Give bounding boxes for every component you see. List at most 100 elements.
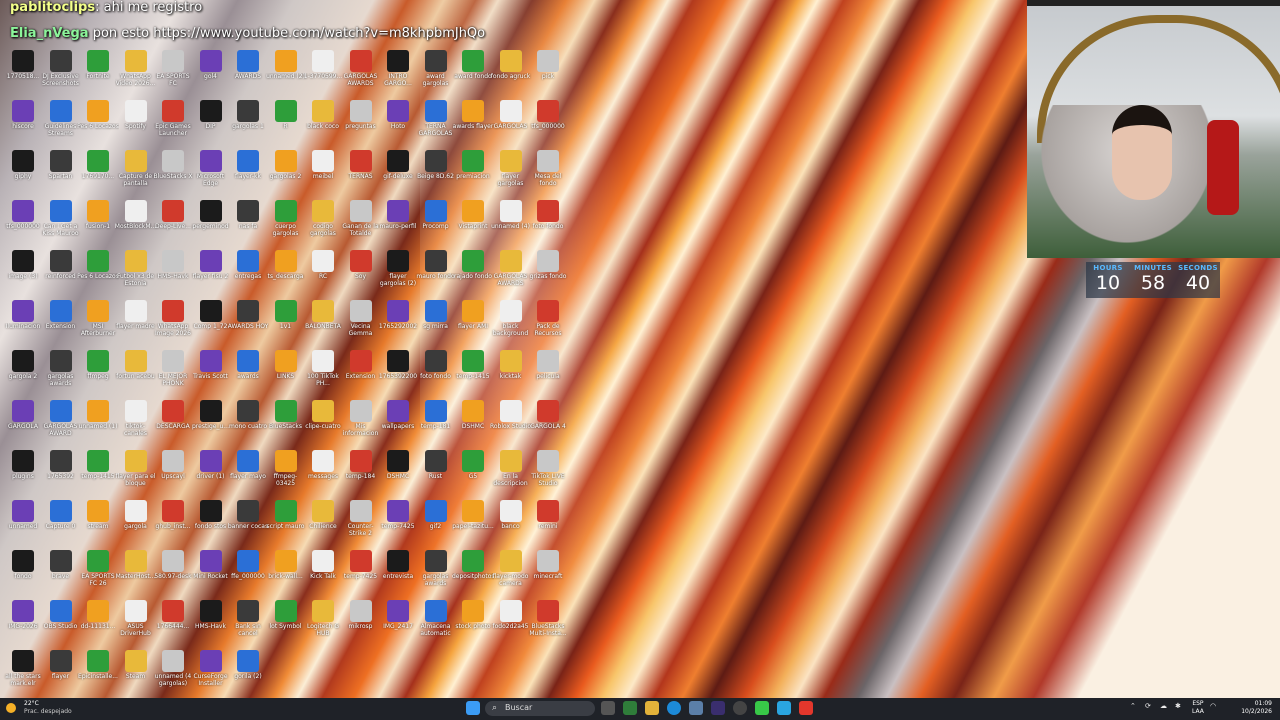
desktop-icon[interactable]: temp-1415 [77,448,119,496]
desktop-icon[interactable]: Epicinstalle... [77,648,119,696]
desktop-icon[interactable]: fortun acebu [115,348,157,396]
kick-icon[interactable] [755,701,769,715]
desktop-icon[interactable]: tfs_000000 [527,98,569,146]
desktop-icon[interactable]: clipe-cuatro [302,398,344,446]
desktop-icon[interactable]: flayer AMI [452,298,494,346]
desktop-icon[interactable]: award fondo [452,48,494,96]
desktop-icon[interactable]: reinforced [40,248,82,296]
desktop-icon[interactable]: OBS Studio [40,598,82,646]
desktop-icon[interactable]: lot Symbol [265,598,307,646]
desktop-icon[interactable]: temp-1415 [452,348,494,396]
desktop-icon[interactable]: DESCARGA [152,398,194,446]
obs-icon[interactable] [733,701,747,715]
desktop-icon[interactable]: TERNA GARGOLAS [415,98,457,146]
system-clock[interactable]: 01:09 10/2/2026 [1224,700,1272,716]
desktop-icon[interactable]: flayer [40,648,82,696]
desktop-icon[interactable]: mono cuatro [227,398,269,446]
desktop-icon[interactable]: sg mirra [415,298,457,346]
desktop-icon[interactable]: tiktok-canales [115,398,157,446]
desktop-icon[interactable]: Travis Scott [190,348,232,396]
desktop-icon[interactable]: awards [227,348,269,396]
desktop-icon[interactable]: Vecina Gemma [340,298,382,346]
desktop-icon[interactable]: MasterHost... [115,548,157,596]
desktop-icon[interactable]: 1766444... [152,598,194,646]
desktop-icon[interactable]: AWARDS HOY [227,298,269,346]
desktop-icon[interactable]: Epic Games Launcher [152,98,194,146]
desktop-icon[interactable]: award gargolas [415,48,457,96]
desktop-icon[interactable]: BlueStacks Multi-Insta... [527,598,569,646]
desktop-icon[interactable]: AWARDS [227,48,269,96]
desktop-icon[interactable]: prestige_u... [190,398,232,446]
desktop-icon[interactable]: nas fa [227,198,269,246]
start-button[interactable] [466,701,480,715]
desktop-icon[interactable]: grizas fondo [527,248,569,296]
desktop-icon[interactable]: GARGOLA [2,398,44,446]
desktop-icon[interactable]: image (3) [2,248,44,296]
desktop-icon[interactable]: ffmpeg [77,348,119,396]
desktop-icon[interactable]: premiacion [452,148,494,196]
desktop-icon[interactable]: GARGOLA 4 [527,398,569,446]
desktop-icon[interactable]: mauro fondo [415,248,457,296]
desktop-icon[interactable]: Vistaprint [452,198,494,246]
desktop-icon[interactable]: Comp 1_72 [190,298,232,346]
desktop-icon[interactable]: gif-deluxe [377,148,419,196]
desktop-icon[interactable]: unnamed (4) [490,198,532,246]
desktop-icon[interactable]: Capture de pantalla [115,148,157,196]
desktop-icon[interactable]: fondo [2,548,44,596]
desktop-icon[interactable]: Soy [340,248,382,296]
desktop-icon[interactable]: IMG-2026 [2,598,44,646]
desktop-icon[interactable]: EA SPORTS FC [152,48,194,96]
desktop-icon[interactable]: black coco [302,98,344,146]
desktop-icon[interactable]: brave [40,548,82,596]
desktop-icon[interactable]: ghub_inst... [152,498,194,546]
desktop-icon[interactable]: Microsoft Edge [190,148,232,196]
desktop-icon[interactable]: HMS-Havk [190,598,232,646]
desktop-icon[interactable]: pick [527,48,569,96]
desktop-icon[interactable]: 100 TikTok PH... [302,348,344,396]
desktop-icon[interactable]: Chilience [302,498,344,546]
desktop-icon[interactable]: TERNAS [340,148,382,196]
desktop-icon[interactable]: DIP [190,98,232,146]
desktop-icon[interactable]: HMS-Havk [152,248,194,296]
task-view-icon[interactable] [601,701,615,715]
desktop-icon[interactable]: gargola [115,498,157,546]
desktop-icon[interactable]: temp-7425 [377,498,419,546]
desktop-icon[interactable]: gorila (2) [227,648,269,696]
desktop-icon[interactable]: BlueStacks [265,398,307,446]
desktop-icon[interactable]: pelicula [527,348,569,396]
desktop-icon[interactable]: ts_descarga [265,248,307,296]
desktop-icon[interactable]: Guidelines Streams [40,98,82,146]
desktop-icon[interactable]: Pes 6 Locazos [77,98,119,146]
desktop-icon[interactable]: foto fondo [527,198,569,246]
desktop-icon[interactable]: dd-11131... [77,598,119,646]
desktop-icon[interactable]: remini [527,498,569,546]
desktop-icon[interactable]: ASUS DriverHub [115,598,157,646]
desktop-icon[interactable]: unnamed (4 gargolas) [152,648,194,696]
desktop-icon[interactable]: GARGOLAS AWARDS [490,248,532,296]
adobe-icon[interactable] [711,701,725,715]
desktop-icon[interactable]: entrevista [377,548,419,596]
desktop-icon[interactable]: awards flayer [452,98,494,146]
chevron-up-icon[interactable]: ⌃ [1130,702,1136,710]
desktop-icon[interactable]: mikrosp [340,598,382,646]
desktop-icon[interactable]: Bank sin cancel [227,598,269,646]
desktop-icon[interactable]: fusion-1 [77,198,119,246]
desktop-icon[interactable]: 1-3770599... [302,48,344,96]
desktop-icon[interactable]: stock photo [452,598,494,646]
desktop-icon[interactable]: hiscore [2,98,44,146]
desktop-icon[interactable]: GARGOLAS AWARD [40,398,82,446]
wifi-icon[interactable]: ◠ [1210,702,1216,710]
desktop-icon[interactable]: 1v1 [265,298,307,346]
desktop-icon[interactable]: LINKS [265,348,307,396]
desktop-icon[interactable]: 1770518... [2,48,44,96]
desktop-icon[interactable]: 580.97-desk [152,548,194,596]
desktop-icon[interactable]: EA SPORTS FC 26 [77,548,119,596]
desktop-icon[interactable]: Roblox Studio [490,398,532,446]
desktop-icon[interactable]: Counter-Strike 2 [340,498,382,546]
desktop-icon[interactable]: minecraft [527,548,569,596]
desktop-icon[interactable]: flayer madre [115,298,157,346]
desktop-icon[interactable]: Spartan [40,148,82,196]
desktop-icon[interactable]: ffmpeg-03425 [265,448,307,496]
desktop-icon[interactable]: codigo gargolas [302,198,344,246]
desktop-icon[interactable]: Steam [115,648,157,696]
